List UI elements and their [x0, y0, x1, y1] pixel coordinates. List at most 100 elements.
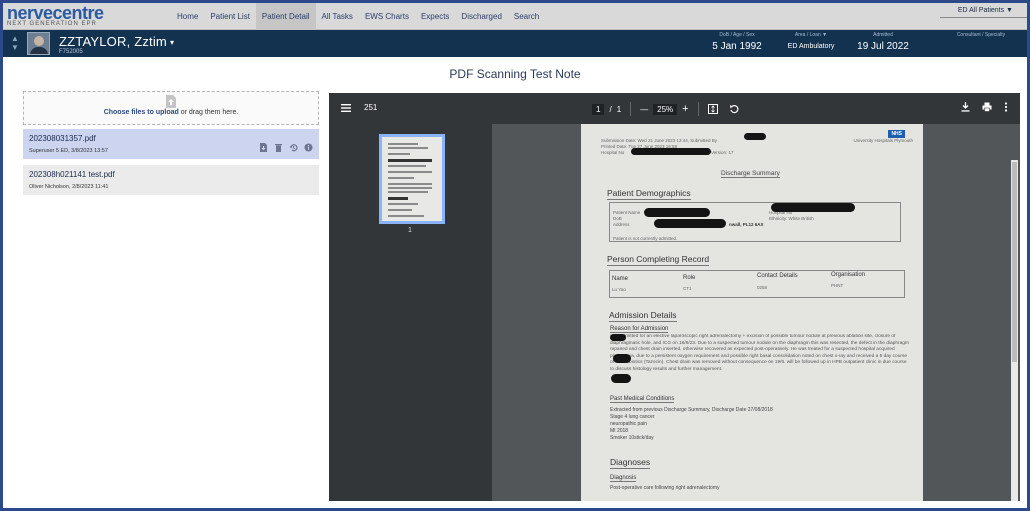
nav-all-tasks[interactable]: All Tasks: [316, 3, 359, 30]
menu-icon[interactable]: [341, 102, 351, 114]
file-meta: Oliver Nicholson, 2/8/2023 11:41: [29, 184, 109, 190]
zoom-in-button[interactable]: +: [682, 103, 688, 115]
file-actions: [259, 139, 313, 152]
area-column[interactable]: Area / Loan ▼ ED Ambulatory: [783, 32, 839, 50]
pdf-submission-line: Submission Date: Wed 21 June 2023 13:44,…: [601, 138, 717, 143]
nav-discharged[interactable]: Discharged: [455, 3, 507, 30]
upload-rest: or drag them here.: [178, 109, 239, 116]
print-icon[interactable]: [982, 102, 992, 112]
redaction: [613, 354, 631, 363]
pdf-doc-title: Discharge Summary: [721, 170, 780, 178]
patient-nav-arrows[interactable]: ▲ ▼: [11, 34, 19, 52]
diagnosis-text: Post-operative care following right adre…: [610, 485, 720, 491]
patient-banner: ▲ ▼ ZZTAYLOR, Zztim ▾ F752005 DoB / Age /…: [3, 30, 1027, 57]
demographics-heading: Patient Demographics: [607, 188, 691, 200]
brand-tagline: NEXT GENERATION EPR: [7, 21, 97, 27]
more-options-icon[interactable]: [1004, 102, 1008, 112]
pmh-line: MI 2018: [610, 428, 629, 434]
nhs-logo: NHS: [888, 130, 905, 138]
person-heading: Person Completing Record: [607, 254, 710, 266]
nav-search[interactable]: Search: [508, 3, 545, 30]
redaction: [644, 208, 710, 217]
top-nav: nervecentre NEXT GENERATION EPR Home Pat…: [3, 3, 1027, 30]
file-item[interactable]: 202308h021141 test.pdf Oliver Nicholson,…: [23, 165, 319, 195]
nav-patient-detail[interactable]: Patient Detail: [255, 3, 316, 30]
app-logo[interactable]: nervecentre NEXT GENERATION EPR: [7, 3, 104, 27]
person-col-contact: Contact Details: [757, 273, 798, 279]
page-separator: /: [609, 104, 612, 114]
patients-dropdown-underline: [939, 17, 1027, 18]
area-label: Area / Loan ▼: [794, 32, 828, 38]
dob-column: DoB / Age / Sex 5 Jan 1992: [709, 32, 765, 52]
patient-name[interactable]: ZZTAYLOR, Zztim ▾: [59, 34, 174, 49]
redaction: [631, 148, 711, 155]
nav-patient-list[interactable]: Patient List: [204, 3, 256, 30]
delete-icon[interactable]: [274, 139, 283, 152]
person-col-name: Name: [612, 276, 629, 282]
patient-avatar: [27, 32, 50, 55]
history-icon[interactable]: [289, 139, 298, 152]
demo-name-label: Patient Name: [613, 210, 641, 215]
admitted-column: Admitted 19 Jul 2022: [853, 32, 913, 52]
diagnoses-heading: Diagnoses: [610, 457, 651, 469]
pdf-toolbar: 251 1 / 1 — 25% +: [329, 93, 1020, 124]
nav-ews-charts[interactable]: EWS Charts: [359, 3, 415, 30]
nav-links: Home Patient List Patient Detail All Tas…: [171, 3, 545, 30]
arrow-up-icon[interactable]: ▲: [11, 34, 19, 43]
thumbnail-page-number: 1: [408, 227, 412, 234]
nav-expects[interactable]: Expects: [415, 3, 455, 30]
redaction: [654, 219, 726, 228]
pmh-heading: Past Medical Conditions: [610, 396, 675, 403]
zoom-out-button[interactable]: —: [640, 105, 648, 114]
pdf-document-title: 251: [364, 103, 378, 112]
rotate-icon[interactable]: [729, 104, 739, 114]
page-controls: 1 / 1 — 25% +: [592, 102, 739, 116]
scrollbar-thumb[interactable]: [1012, 162, 1017, 362]
pmh-line: Smoker 10stick/day: [610, 435, 654, 441]
patients-dropdown[interactable]: ED All Patients ▼: [939, 7, 1027, 18]
person-val-role: CT1: [683, 286, 692, 291]
admitted-value: 19 Jul 2022: [857, 41, 909, 52]
person-val-contact: 0258: [757, 285, 768, 290]
pmh-line: neuropathic pain: [610, 421, 647, 427]
demo-address-label: Address: [613, 222, 630, 227]
upload-link[interactable]: Choose files to upload: [104, 109, 179, 116]
page-thumbnail[interactable]: [379, 134, 445, 224]
redaction: [744, 133, 766, 140]
person-col-org: Organisation: [831, 272, 866, 278]
upload-file-icon: [166, 95, 176, 108]
info-icon[interactable]: [304, 139, 313, 152]
demo-ethnicity: Ethnicity: White British: [769, 216, 814, 221]
download-file-icon[interactable]: [259, 139, 268, 152]
pdf-scrollbar[interactable]: [1011, 160, 1018, 501]
nav-home[interactable]: Home: [171, 3, 204, 30]
demo-address: nwall, PL12 6AX: [729, 222, 764, 227]
upload-instructions: Choose files to upload or drag them here…: [24, 109, 318, 116]
consultant-label: Consultant / Specialty: [956, 32, 1006, 38]
file-upload-dropzone[interactable]: Choose files to upload or drag them here…: [23, 91, 319, 125]
pdf-version: Version: 17: [711, 150, 734, 155]
consultant-column: Consultant / Specialty: [949, 32, 1013, 38]
page-number-input[interactable]: 1: [592, 103, 605, 115]
demo-dob-label: DoB: [613, 216, 622, 221]
file-item-selected[interactable]: 202308031357.pdf Superuser 5 ED, 3/8/202…: [23, 129, 319, 159]
person-val-name: Lu Yao: [612, 287, 626, 292]
person-val-org: PHNT: [831, 283, 844, 288]
pmh-line: Stage 4 lung cancer: [610, 414, 655, 420]
fit-page-icon[interactable]: [707, 104, 718, 114]
page-title: PDF Scanning Test Note: [449, 67, 581, 81]
pdf-page-area: Submission Date: Wed 21 June 2023 13:44,…: [492, 124, 1020, 501]
zoom-level-input[interactable]: 25%: [653, 103, 678, 115]
pdf-actions: [961, 102, 1008, 112]
chevron-down-icon: ▾: [169, 38, 175, 48]
thumbnail-sidebar: 1: [329, 124, 492, 501]
patients-dropdown-label: ED All Patients ▼: [957, 7, 1013, 14]
app-window: nervecentre NEXT GENERATION EPR Home Pat…: [0, 0, 1030, 511]
pdf-viewer: 251 1 / 1 — 25% + 1 Submission Date: Wed…: [329, 93, 1020, 501]
area-value: ED Ambulatory: [787, 43, 835, 50]
arrow-down-icon[interactable]: ▼: [11, 43, 19, 52]
patient-name-text: ZZTAYLOR, Zztim: [59, 34, 167, 49]
person-col-role: Role: [683, 275, 696, 281]
brand-name: nervecentre: [7, 3, 104, 23]
download-icon[interactable]: [961, 102, 970, 112]
